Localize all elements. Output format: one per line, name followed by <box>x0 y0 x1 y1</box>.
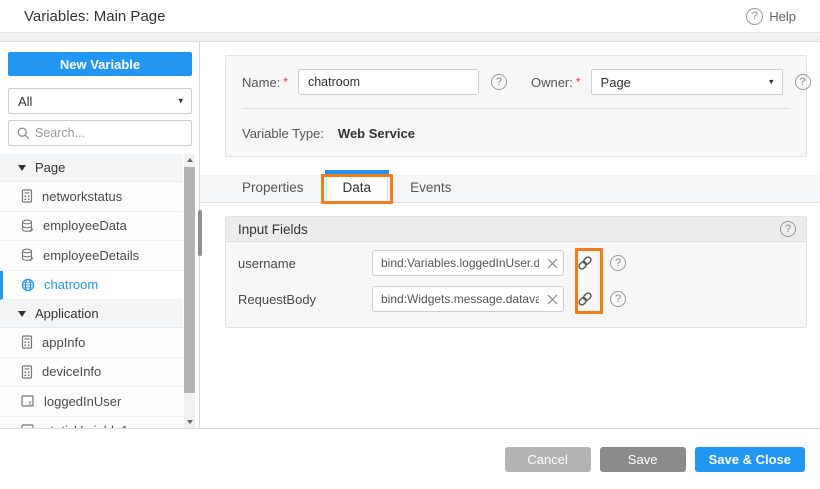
sidebar-item-chatroom-selected[interactable]: chatroom <box>0 271 183 301</box>
clear-x-icon[interactable] <box>544 255 560 271</box>
search-icon <box>16 126 31 141</box>
help-button[interactable]: Help <box>746 8 796 25</box>
static-variable-icon: x <box>21 395 35 408</box>
name-field[interactable] <box>298 69 479 95</box>
input-fields-body: username RequestBody <box>226 242 806 327</box>
page-scrollbar-thumb[interactable] <box>198 210 202 256</box>
sidebar-item-label: deviceInfo <box>42 364 101 379</box>
tab-data-active[interactable]: Data <box>326 175 389 202</box>
chevron-down-icon <box>178 96 183 107</box>
sidebar-item-appinfo[interactable]: appInfo <box>0 328 183 358</box>
sidebar-item-label: employeeData <box>43 218 127 233</box>
svg-text:x: x <box>28 400 32 407</box>
sidebar-item-employeedata[interactable]: employeeData <box>0 212 183 242</box>
sidebar-item-employeedetails[interactable]: employeeDetails <box>0 241 183 271</box>
sidebar-item-label: chatroom <box>44 277 98 292</box>
owner-value: Page <box>601 75 631 90</box>
sidebar-item-loggedinuser[interactable]: x loggedInUser <box>0 387 183 417</box>
input-fields-help-icon[interactable] <box>780 221 796 237</box>
variable-type-value: Web Service <box>338 126 415 141</box>
scrollbar-thumb[interactable] <box>184 167 195 393</box>
save-button[interactable]: Save <box>600 447 686 472</box>
tab-events[interactable]: Events <box>398 175 463 202</box>
sidebar-item-staticvariable1[interactable]: x staticVariable1 <box>0 417 183 429</box>
owner-help-icon[interactable] <box>795 74 811 90</box>
new-variable-button[interactable]: New Variable <box>8 52 192 76</box>
variable-tree: Page networkstatus employeeData <box>0 154 199 428</box>
help-label: Help <box>769 9 796 24</box>
tab-properties[interactable]: Properties <box>230 175 316 202</box>
tree-group-application[interactable]: Application <box>0 300 183 328</box>
sidebar-item-label: loggedInUser <box>44 394 121 409</box>
variable-filter-value: All <box>18 94 32 109</box>
owner-select[interactable]: Page <box>591 69 783 95</box>
dialog-header: Variables: Main Page Help <box>0 0 820 32</box>
active-tab-indicator <box>325 170 390 175</box>
input-fields-title: Input Fields <box>238 222 308 237</box>
variable-filter-select[interactable]: All <box>8 88 192 114</box>
bind-input-wrap <box>372 250 564 276</box>
device-icon <box>21 365 33 379</box>
input-fields-header: Input Fields <box>226 217 806 242</box>
tree-group-page[interactable]: Page <box>0 154 183 182</box>
tree-group-label: Application <box>35 306 99 321</box>
requestbody-help-icon[interactable] <box>610 291 626 307</box>
owner-label: Owner: <box>531 75 573 90</box>
clear-x-icon[interactable] <box>544 291 560 307</box>
sidebar-item-label: networkstatus <box>42 189 122 204</box>
dialog-footer: Cancel Save Save & Close <box>0 428 820 489</box>
variable-search <box>8 120 192 146</box>
sidebar-item-label: staticVariable1 <box>44 423 128 428</box>
required-asterisk: * <box>576 75 581 89</box>
variables-sidebar: New Variable All Page <box>0 42 200 428</box>
header-divider-band <box>0 32 820 42</box>
help-circle-icon <box>746 8 763 25</box>
editor-tabbar: Properties Data Events <box>200 175 820 203</box>
bind-row-requestbody: RequestBody <box>238 281 794 317</box>
caret-down-icon <box>18 311 26 317</box>
variable-summary-panel: Name:* Owner:* Page Variable Type: <box>225 55 807 157</box>
requestbody-bind-input[interactable] <box>372 286 564 312</box>
variable-type-label: Variable Type: <box>242 126 324 141</box>
input-fields-section: Input Fields username <box>225 216 807 328</box>
variable-editor-panel: Name:* Owner:* Page Variable Type: <box>200 42 820 428</box>
sidebar-item-label: employeeDetails <box>43 248 139 263</box>
database-icon <box>21 219 34 233</box>
sidebar-item-networkstatus[interactable]: networkstatus <box>0 182 183 212</box>
page-title: Variables: Main Page <box>24 8 165 25</box>
name-label: Name: <box>242 75 280 90</box>
username-help-icon[interactable] <box>610 255 626 271</box>
chevron-down-icon <box>769 77 774 88</box>
sidebar-item-label: appInfo <box>42 335 85 350</box>
variables-dialog: Variables: Main Page Help New Variable A… <box>0 0 820 489</box>
database-icon <box>21 248 34 262</box>
sidebar-scrollbar[interactable] <box>184 154 195 428</box>
bind-row-username: username <box>238 245 794 281</box>
search-input[interactable] <box>9 121 191 145</box>
bind-field-label: username <box>238 256 372 271</box>
bind-field-label: RequestBody <box>238 292 372 307</box>
globe-icon <box>21 278 35 292</box>
caret-down-icon <box>18 165 26 171</box>
scroll-up-arrow-icon[interactable] <box>184 154 195 166</box>
cancel-button[interactable]: Cancel <box>505 447 591 472</box>
link-icon[interactable] <box>576 252 594 274</box>
required-asterisk: * <box>283 75 288 89</box>
static-variable-icon: x <box>21 424 35 428</box>
bind-input-wrap <box>372 286 564 312</box>
username-bind-input[interactable] <box>372 250 564 276</box>
form-divider <box>242 108 790 109</box>
scroll-down-arrow-icon[interactable] <box>184 416 195 428</box>
link-icon[interactable] <box>576 288 594 310</box>
sidebar-item-deviceinfo[interactable]: deviceInfo <box>0 358 183 388</box>
device-icon <box>21 189 33 203</box>
tab-data-label: Data <box>343 180 372 195</box>
device-icon <box>21 335 33 349</box>
name-help-icon[interactable] <box>491 74 507 90</box>
tree-group-label: Page <box>35 160 65 175</box>
save-and-close-button[interactable]: Save & Close <box>695 447 805 472</box>
